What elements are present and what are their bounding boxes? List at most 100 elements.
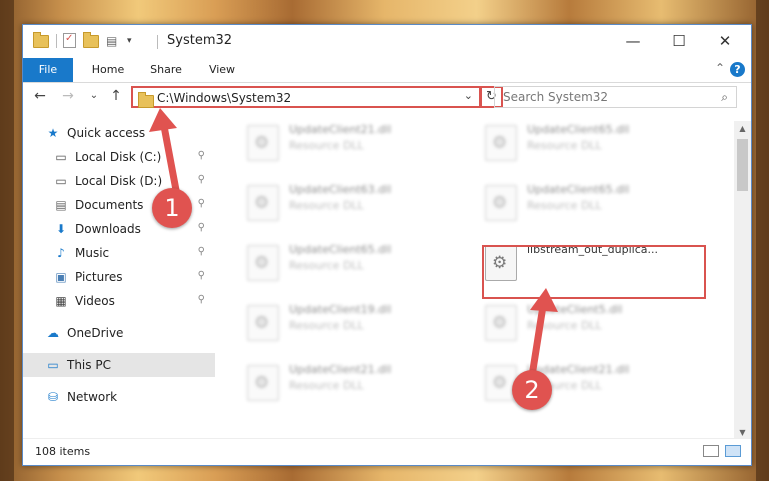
file-type: Resource DLL: [527, 199, 602, 212]
sidebar-item-label: This PC: [67, 358, 111, 372]
search-icon: ⌕: [721, 90, 728, 104]
dll-file-icon: ⚙: [247, 365, 279, 401]
file-item[interactable]: ⚙ UpdateClient65.dll Resource DLL: [239, 241, 469, 297]
file-item[interactable]: ⚙ UpdateClient63.dll Resource DLL: [239, 181, 469, 237]
dll-file-icon: ⚙: [247, 305, 279, 341]
pin-icon: ⚲: [197, 294, 205, 305]
large-icons-view-icon[interactable]: [725, 445, 741, 457]
maximize-button[interactable]: ☐: [656, 25, 702, 57]
tab-home[interactable]: Home: [85, 58, 131, 82]
sidebar-item-local-disk-c[interactable]: ▭ Local Disk (C:) ⚲: [23, 145, 215, 169]
file-type: Resource DLL: [289, 259, 364, 272]
folder-icon: [138, 92, 154, 108]
file-item[interactable]: ⚙ UpdateClient5.dll Resource DLL: [477, 301, 707, 357]
title-bar: ✓ ▤ ▾ System32 — ☐ ✕: [23, 25, 751, 59]
step-badge-2: 2: [512, 370, 552, 410]
tab-share[interactable]: Share: [143, 58, 189, 82]
step-badge-1: 1: [152, 188, 192, 228]
dll-file-icon: ⚙: [247, 185, 279, 221]
customize-toolbar-icon[interactable]: ▤: [106, 34, 120, 48]
vertical-scrollbar[interactable]: ▲ ▼: [734, 121, 751, 441]
background-tree-trunk: [0, 0, 14, 481]
sidebar-item-label: Quick access: [67, 126, 146, 140]
recent-locations-button[interactable]: ⌄: [85, 90, 103, 101]
music-icon: ♪: [57, 246, 65, 260]
status-bar: 108 items: [23, 438, 751, 465]
chevron-down-icon[interactable]: ⌄: [464, 89, 473, 102]
file-item[interactable]: ⚙ UpdateClient21.dll Resource DLL: [239, 121, 469, 177]
background-tree-trunk: [756, 0, 769, 481]
file-type: Resource DLL: [289, 139, 364, 152]
dll-file-icon: ⚙: [247, 245, 279, 281]
sidebar-item-music[interactable]: ♪ Music ⚲: [23, 241, 215, 265]
close-button[interactable]: ✕: [702, 25, 748, 57]
sidebar-item-onedrive[interactable]: ☁ OneDrive: [23, 321, 215, 345]
pin-icon: ⚲: [197, 174, 205, 185]
file-item[interactable]: ⚙ UpdateClient19.dll Resource DLL: [239, 301, 469, 357]
scroll-up-icon[interactable]: ▲: [734, 121, 751, 137]
minimize-button[interactable]: —: [610, 25, 656, 57]
sidebar-item-label: Pictures: [75, 270, 123, 284]
pictures-icon: ▣: [55, 270, 67, 284]
documents-icon: ▤: [55, 198, 67, 212]
search-input[interactable]: Search System32 ⌕: [494, 86, 737, 108]
sidebar-item-this-pc[interactable]: ▭ This PC: [23, 353, 215, 377]
sidebar-item-network[interactable]: ⛁ Network: [23, 385, 215, 409]
sidebar-item-videos[interactable]: ▦ Videos ⚲: [23, 289, 215, 313]
back-button[interactable]: ←: [31, 88, 49, 104]
videos-icon: ▦: [55, 294, 67, 308]
folder-icon: [33, 32, 49, 48]
divider: [157, 35, 158, 49]
forward-button[interactable]: →: [59, 88, 77, 104]
sidebar-item-local-disk-d[interactable]: ▭ Local Disk (D:) ⚲: [23, 169, 215, 193]
file-type: Resource DLL: [289, 379, 364, 392]
collapse-ribbon-icon[interactable]: ⌃: [715, 61, 725, 75]
tab-view[interactable]: View: [199, 58, 245, 82]
pin-icon: ⚲: [197, 150, 205, 161]
sidebar-item-label: OneDrive: [67, 326, 124, 340]
file-name: UpdateClient65.dll: [527, 183, 630, 196]
help-icon[interactable]: ?: [730, 62, 745, 77]
file-item[interactable]: ⚙ UpdateClient65.dll Resource DLL: [477, 121, 707, 177]
scrollbar-thumb[interactable]: [737, 139, 748, 191]
dll-file-icon: ⚙: [485, 125, 517, 161]
file-name: UpdateClient65.dll: [289, 243, 392, 256]
dll-file-icon: ⚙: [247, 125, 279, 161]
file-name: UpdateClient21.dll: [289, 123, 392, 136]
this-pc-icon: ▭: [47, 358, 59, 372]
file-name: UpdateClient5.dll: [527, 303, 623, 316]
address-bar[interactable]: C:\Windows\System32 ⌄: [131, 86, 481, 108]
address-path: C:\Windows\System32: [157, 91, 292, 105]
file-item[interactable]: ⚙ UpdateClient65.dll Resource DLL: [477, 181, 707, 237]
properties-icon[interactable]: ✓: [63, 33, 76, 48]
file-name: UpdateClient19.dll: [289, 303, 392, 316]
up-button[interactable]: ↑: [107, 88, 125, 104]
quick-access-toolbar: ✓ ▤ ▾: [33, 32, 132, 48]
file-name: UpdateClient21.dll: [289, 363, 392, 376]
file-name: UpdateClient63.dll: [289, 183, 392, 196]
dll-file-icon: ⚙: [485, 305, 517, 341]
toolbar-dropdown-icon[interactable]: ▾: [127, 36, 132, 46]
navigation-pane: ★ Quick access ▭ Local Disk (C:) ⚲ ▭ Loc…: [23, 121, 215, 421]
highlight-box: [482, 245, 706, 299]
divider: [56, 33, 57, 48]
sidebar-item-label: Documents: [75, 198, 144, 212]
tab-file[interactable]: File: [23, 58, 73, 82]
sidebar-item-label: Network: [67, 390, 118, 404]
new-folder-icon[interactable]: [83, 32, 99, 48]
pin-icon: ⚲: [197, 198, 205, 209]
sidebar-item-quick-access[interactable]: ★ Quick access: [23, 121, 215, 145]
pin-icon: ⚲: [197, 270, 205, 281]
sidebar-item-label: Videos: [75, 294, 115, 308]
onedrive-icon: ☁: [47, 326, 59, 340]
window-title: System32: [167, 33, 233, 48]
file-item[interactable]: ⚙ UpdateClient21.dll Resource DLL: [239, 361, 469, 417]
sidebar-item-label: Music: [75, 246, 110, 260]
search-placeholder: Search System32: [503, 90, 609, 104]
sidebar-item-label: Local Disk (C:): [75, 150, 162, 164]
sidebar-item-label: Local Disk (D:): [75, 174, 163, 188]
details-view-icon[interactable]: [703, 445, 719, 457]
sidebar-item-pictures[interactable]: ▣ Pictures ⚲: [23, 265, 215, 289]
file-type: Resource DLL: [289, 319, 364, 332]
drive-icon: ▭: [55, 174, 67, 188]
